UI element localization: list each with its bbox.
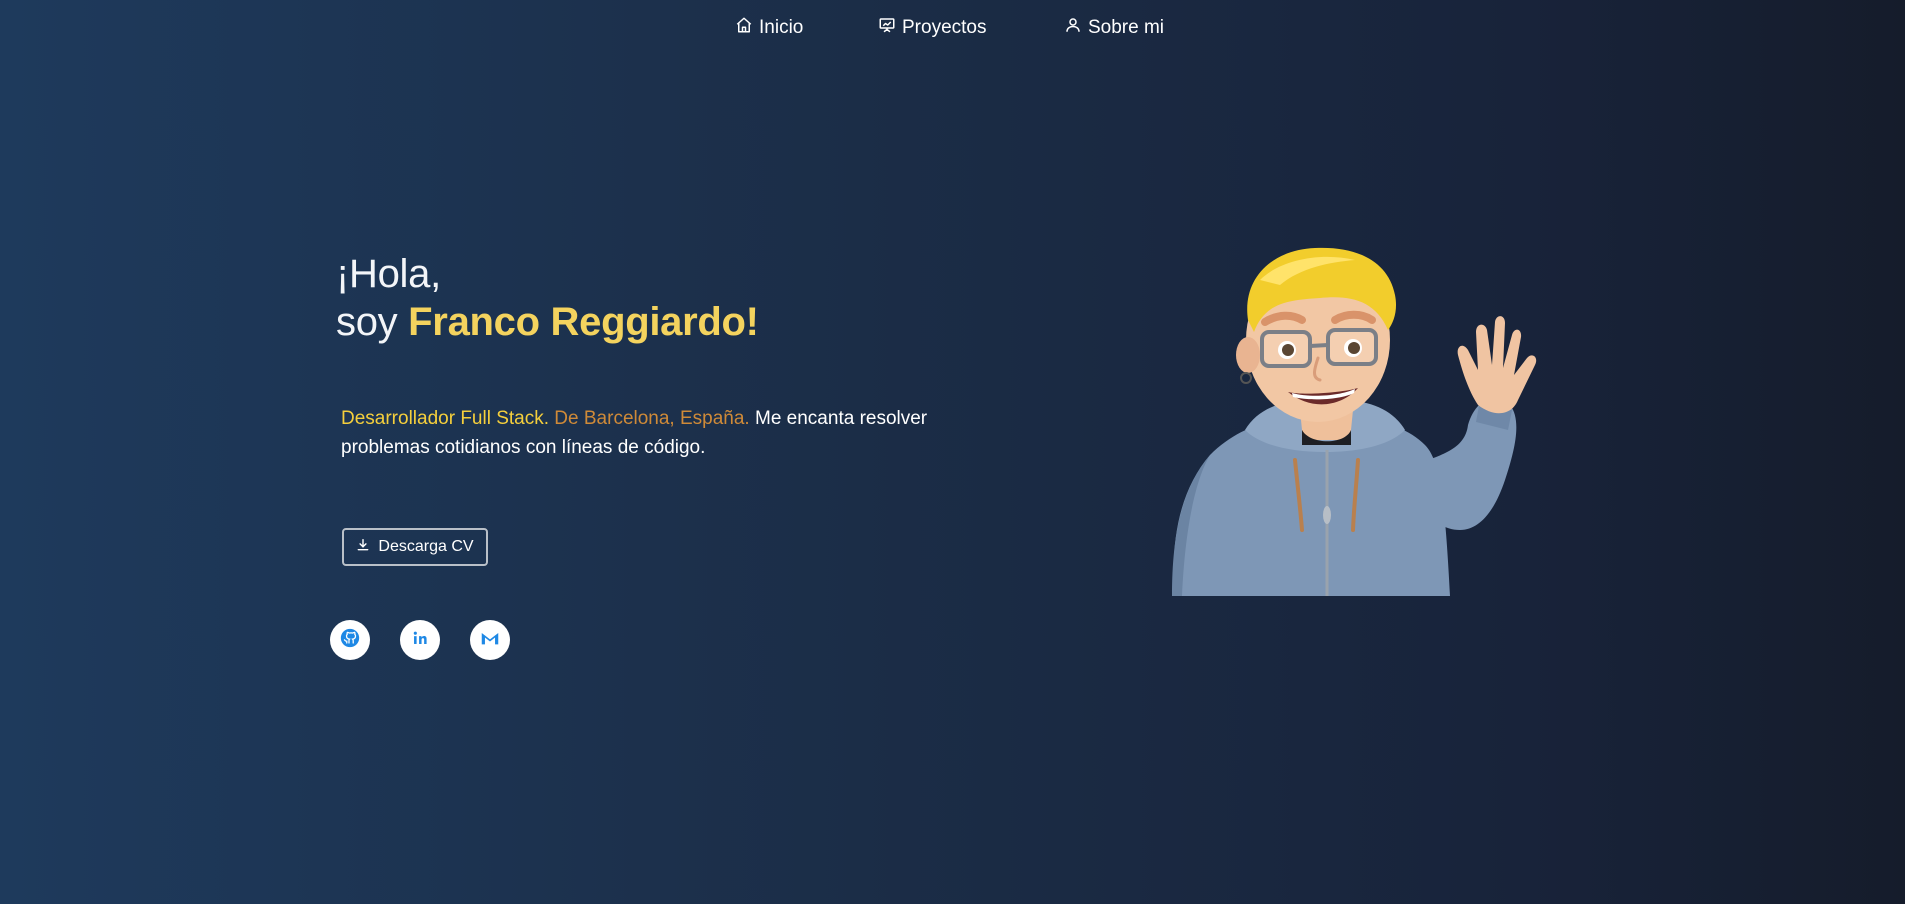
hero-name: Franco Reggiardo! [408, 300, 759, 344]
top-navigation: Inicio Proyectos Sobre mi [0, 16, 1905, 44]
hero-role: Desarrollador Full Stack. [341, 408, 550, 429]
nav-item-inicio[interactable]: Inicio [735, 16, 803, 40]
nav-item-proyectos[interactable]: Proyectos [878, 16, 986, 40]
greeting-text: ¡Hola, [336, 252, 441, 296]
download-cv-button[interactable]: Descarga CV [342, 528, 488, 566]
github-link[interactable] [330, 620, 370, 660]
presentation-icon [878, 16, 896, 40]
gmail-icon [479, 627, 501, 654]
nav-item-label: Sobre mi [1088, 17, 1165, 38]
gmail-link[interactable] [470, 620, 510, 660]
linkedin-icon [409, 627, 431, 654]
hero-greeting: ¡Hola, soy Franco Reggiardo! [336, 250, 759, 346]
download-icon [356, 538, 370, 557]
github-icon [339, 627, 361, 654]
memoji-avatar [1150, 240, 1550, 596]
nav-item-label: Proyectos [902, 17, 987, 38]
download-cv-label: Descarga CV [378, 538, 474, 555]
nav-item-sobre-mi[interactable]: Sobre mi [1064, 16, 1164, 40]
hero-location: De Barcelona, España. [549, 408, 750, 429]
user-icon [1064, 16, 1082, 40]
linkedin-link[interactable] [400, 620, 440, 660]
nav-item-label: Inicio [759, 17, 804, 38]
soy-text: soy [336, 300, 409, 344]
hero-description: Desarrollador Full Stack. De Barcelona, … [341, 404, 981, 462]
home-icon [735, 16, 753, 40]
